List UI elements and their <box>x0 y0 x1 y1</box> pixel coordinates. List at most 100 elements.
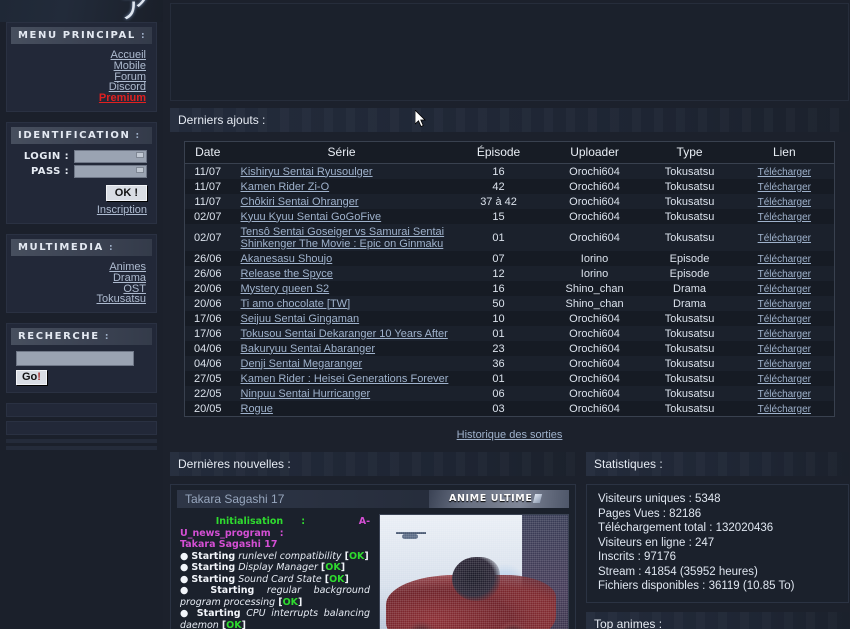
sidebar-decoration-bar-2 <box>6 421 157 436</box>
serie-link[interactable]: Tensô Sentai Goseiger vs Samurai Sentai … <box>241 226 445 250</box>
console-text: Display Manager <box>238 562 318 573</box>
sidebar-link-mobile[interactable]: Mobile <box>7 60 146 72</box>
console-verb: Starting <box>196 608 241 619</box>
serie-link[interactable]: Kamen Rider Zi-O <box>241 181 330 193</box>
download-link[interactable]: Télécharger <box>758 299 811 310</box>
serie-link[interactable]: Tokusou Sentai Dekaranger 10 Years After <box>241 328 448 340</box>
console-bullet-icon: ● <box>180 608 191 619</box>
cell-lien: Télécharger <box>734 341 835 356</box>
serie-link[interactable]: Denji Sentai Megaranger <box>241 358 363 370</box>
serie-link[interactable]: Kishiryu Sentai Ryusoulger <box>241 166 373 178</box>
cell-type: Tokusatsu <box>644 163 735 179</box>
historique-des-sorties-link[interactable]: Historique des sorties <box>457 429 563 441</box>
serie-link[interactable]: Seijuu Sentai Gingaman <box>241 313 360 325</box>
site-logo: ア <box>0 0 163 24</box>
cell-lien: Télécharger <box>734 281 835 296</box>
download-link[interactable]: Télécharger <box>758 359 811 370</box>
cell-uploader: Orochi604 <box>544 311 645 326</box>
cell-type: Tokusatsu <box>644 371 735 386</box>
serie-link[interactable]: Bakuryuu Sentai Abaranger <box>241 343 376 355</box>
table-row: 20/06 Mystery queen S2 16 Shino_chan Dra… <box>184 281 835 296</box>
console-bullet-icon: ● <box>180 562 189 573</box>
download-link[interactable]: Télécharger <box>758 197 811 208</box>
download-link[interactable]: Télécharger <box>758 182 811 193</box>
sidebar-link-premium[interactable]: Premium <box>7 93 146 104</box>
cell-date: 02/07 <box>184 209 231 224</box>
sidebar-link-tokusatsu[interactable]: Tokusatsu <box>7 294 146 305</box>
console-text: runlevel compatibility <box>238 550 342 562</box>
serie-link[interactable]: Akanesasu Shoujo <box>241 253 333 265</box>
news-item-title: Takara Sagashi 17 <box>185 492 285 506</box>
cell-serie: Release the Spyce <box>230 266 453 281</box>
sidebar-link-drama[interactable]: Drama <box>7 272 146 284</box>
cell-date: 20/06 <box>184 296 231 311</box>
cell-uploader: Orochi604 <box>544 371 645 386</box>
console-ok: OK <box>329 573 345 585</box>
search-go-button[interactable]: Go! <box>16 370 47 386</box>
cell-type: Tokusatsu <box>644 326 735 341</box>
table-row: 04/06 Denji Sentai Megaranger 36 Orochi6… <box>184 356 835 371</box>
cell-date: 11/07 <box>184 179 231 194</box>
cell-serie: Chôkiri Sentai Ohranger <box>230 194 453 209</box>
download-link[interactable]: Télécharger <box>758 314 811 325</box>
stat-pages-vues: Pages Vues : 82186 <box>598 507 702 520</box>
login-submit-button[interactable]: OK ! <box>105 184 147 201</box>
search-go-excl: ! <box>37 371 41 384</box>
download-link[interactable]: Télécharger <box>758 404 811 415</box>
cell-lien: Télécharger <box>734 209 835 224</box>
password-input[interactable] <box>74 164 147 178</box>
console-subject: Takara Sagashi 17 <box>180 539 278 550</box>
serie-link[interactable]: Rogue <box>241 403 273 415</box>
console-service-line: ● Starting runlevel compatibility [OK] <box>180 550 369 562</box>
table-row: 22/05 Ninpuu Sentai Hurricanger 06 Oroch… <box>184 386 835 401</box>
download-link[interactable]: Télécharger <box>758 212 811 223</box>
cell-episode: 12 <box>452 266 545 281</box>
download-link[interactable]: Télécharger <box>758 329 811 340</box>
download-link[interactable]: Télécharger <box>758 389 811 400</box>
login-input[interactable] <box>74 149 147 163</box>
serie-link[interactable]: Kamen Rider : Heisei Generations Forever <box>241 373 449 385</box>
cell-date: 26/06 <box>184 251 231 266</box>
sidebar: ア MENU PRINCIPAL : Accueil Mobile Forum … <box>0 0 163 629</box>
download-link[interactable]: Télécharger <box>758 374 811 385</box>
serie-link[interactable]: Release the Spyce <box>241 268 333 280</box>
recherche-title: RECHERCHE <box>18 331 100 343</box>
cell-uploader: Orochi604 <box>544 401 645 417</box>
cell-type: Tokusatsu <box>644 401 735 417</box>
derniers-ajouts-table: Date Série Épisode Uploader Type Lien 11… <box>184 141 836 417</box>
cell-serie: Bakuryuu Sentai Abaranger <box>230 341 453 356</box>
cell-serie: Akanesasu Shoujo <box>230 251 453 266</box>
download-link[interactable]: Télécharger <box>758 284 811 295</box>
download-link[interactable]: Télécharger <box>758 233 811 244</box>
serie-link[interactable]: Chôkiri Sentai Ohranger <box>241 196 359 208</box>
serie-link[interactable]: Ninpuu Sentai Hurricanger <box>241 388 371 400</box>
recherche-panel: RECHERCHE : Go! <box>6 323 157 394</box>
download-link[interactable]: Télécharger <box>758 254 811 265</box>
download-link[interactable]: Télécharger <box>758 269 811 280</box>
column-header-lien: Lien <box>734 141 835 164</box>
cell-episode: 37 à 42 <box>452 194 545 209</box>
serie-link[interactable]: Ti amo chocolate [TW] <box>241 298 351 310</box>
cell-type: Tokusatsu <box>644 224 735 251</box>
cell-episode: 01 <box>452 224 545 251</box>
pass-row: PASS : <box>7 164 147 178</box>
stat-telechargement-total: Téléchargement total : 132020436 <box>598 522 774 534</box>
cell-lien: Télécharger <box>734 371 835 386</box>
download-link[interactable]: Télécharger <box>758 167 811 178</box>
cell-date: 11/07 <box>184 194 231 209</box>
serie-link[interactable]: Kyuu Kyuu Sentai GoGoFive <box>241 211 382 223</box>
cell-episode: 06 <box>452 386 545 401</box>
cell-uploader: Shino_chan <box>544 281 645 296</box>
search-input[interactable] <box>16 351 134 367</box>
login-row: LOGIN : <box>7 149 147 163</box>
cell-uploader: Orochi604 <box>544 326 645 341</box>
anime-ultime-label: ANIME ULTIME <box>449 493 533 504</box>
table-row: 20/06 Ti amo chocolate [TW] 50 Shino_cha… <box>184 296 835 311</box>
console-ok: OK <box>226 619 242 629</box>
login-label: LOGIN : <box>23 150 69 162</box>
inscription-link[interactable]: Inscription <box>97 204 147 216</box>
cell-episode: 01 <box>452 326 545 341</box>
cell-lien: Télécharger <box>734 251 835 266</box>
serie-link[interactable]: Mystery queen S2 <box>241 283 330 295</box>
download-link[interactable]: Télécharger <box>758 344 811 355</box>
